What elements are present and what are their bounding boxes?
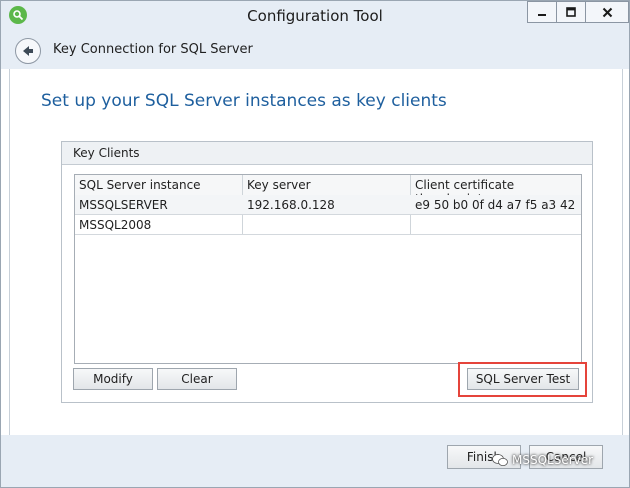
grid-header: SQL Server instance Key server Client ce…	[75, 175, 581, 206]
maximize-button[interactable]	[556, 1, 585, 23]
table-row[interactable]: MSSQLSERVER 192.168.0.128 e9 50 b0 0f d4…	[75, 195, 581, 215]
minimize-button[interactable]	[527, 1, 556, 23]
close-button[interactable]	[585, 1, 629, 23]
cell-instance: MSSQL2008	[79, 218, 152, 232]
key-clients-grid[interactable]: SQL Server instance Key server Client ce…	[74, 174, 582, 364]
minimize-icon	[538, 14, 546, 16]
annotation-highlight-box	[458, 362, 587, 397]
clear-button[interactable]: Clear	[157, 368, 237, 390]
watermark-text: MSSQLServer	[512, 453, 594, 467]
back-button[interactable]	[15, 38, 41, 64]
configuration-window: Configuration Tool Key Connection for SQ…	[0, 0, 630, 488]
column-header-key-server[interactable]: Key server	[247, 178, 311, 192]
cell-thumbprint: e9 50 b0 0f d4 a7 f5 a3 42 0d f...	[415, 198, 577, 212]
group-header: Key Clients	[62, 142, 592, 165]
table-row[interactable]: MSSQL2008	[75, 215, 581, 235]
wechat-icon	[492, 454, 508, 466]
back-arrow-icon	[23, 46, 33, 56]
navigation-header: Key Connection for SQL Server	[1, 31, 629, 69]
cell-key-server: 192.168.0.128	[247, 198, 335, 212]
maximize-icon	[566, 7, 576, 17]
header-title: Key Connection for SQL Server	[53, 42, 253, 57]
column-header-instance[interactable]: SQL Server instance	[79, 178, 201, 192]
title-bar: Configuration Tool	[1, 1, 629, 31]
cell-instance: MSSQLSERVER	[79, 198, 168, 212]
modify-button[interactable]: Modify	[73, 368, 153, 390]
page-heading: Set up your SQL Server instances as key …	[41, 91, 447, 111]
watermark: MSSQLServer	[492, 453, 593, 467]
close-icon	[602, 7, 612, 17]
group-title: Key Clients	[73, 146, 140, 160]
